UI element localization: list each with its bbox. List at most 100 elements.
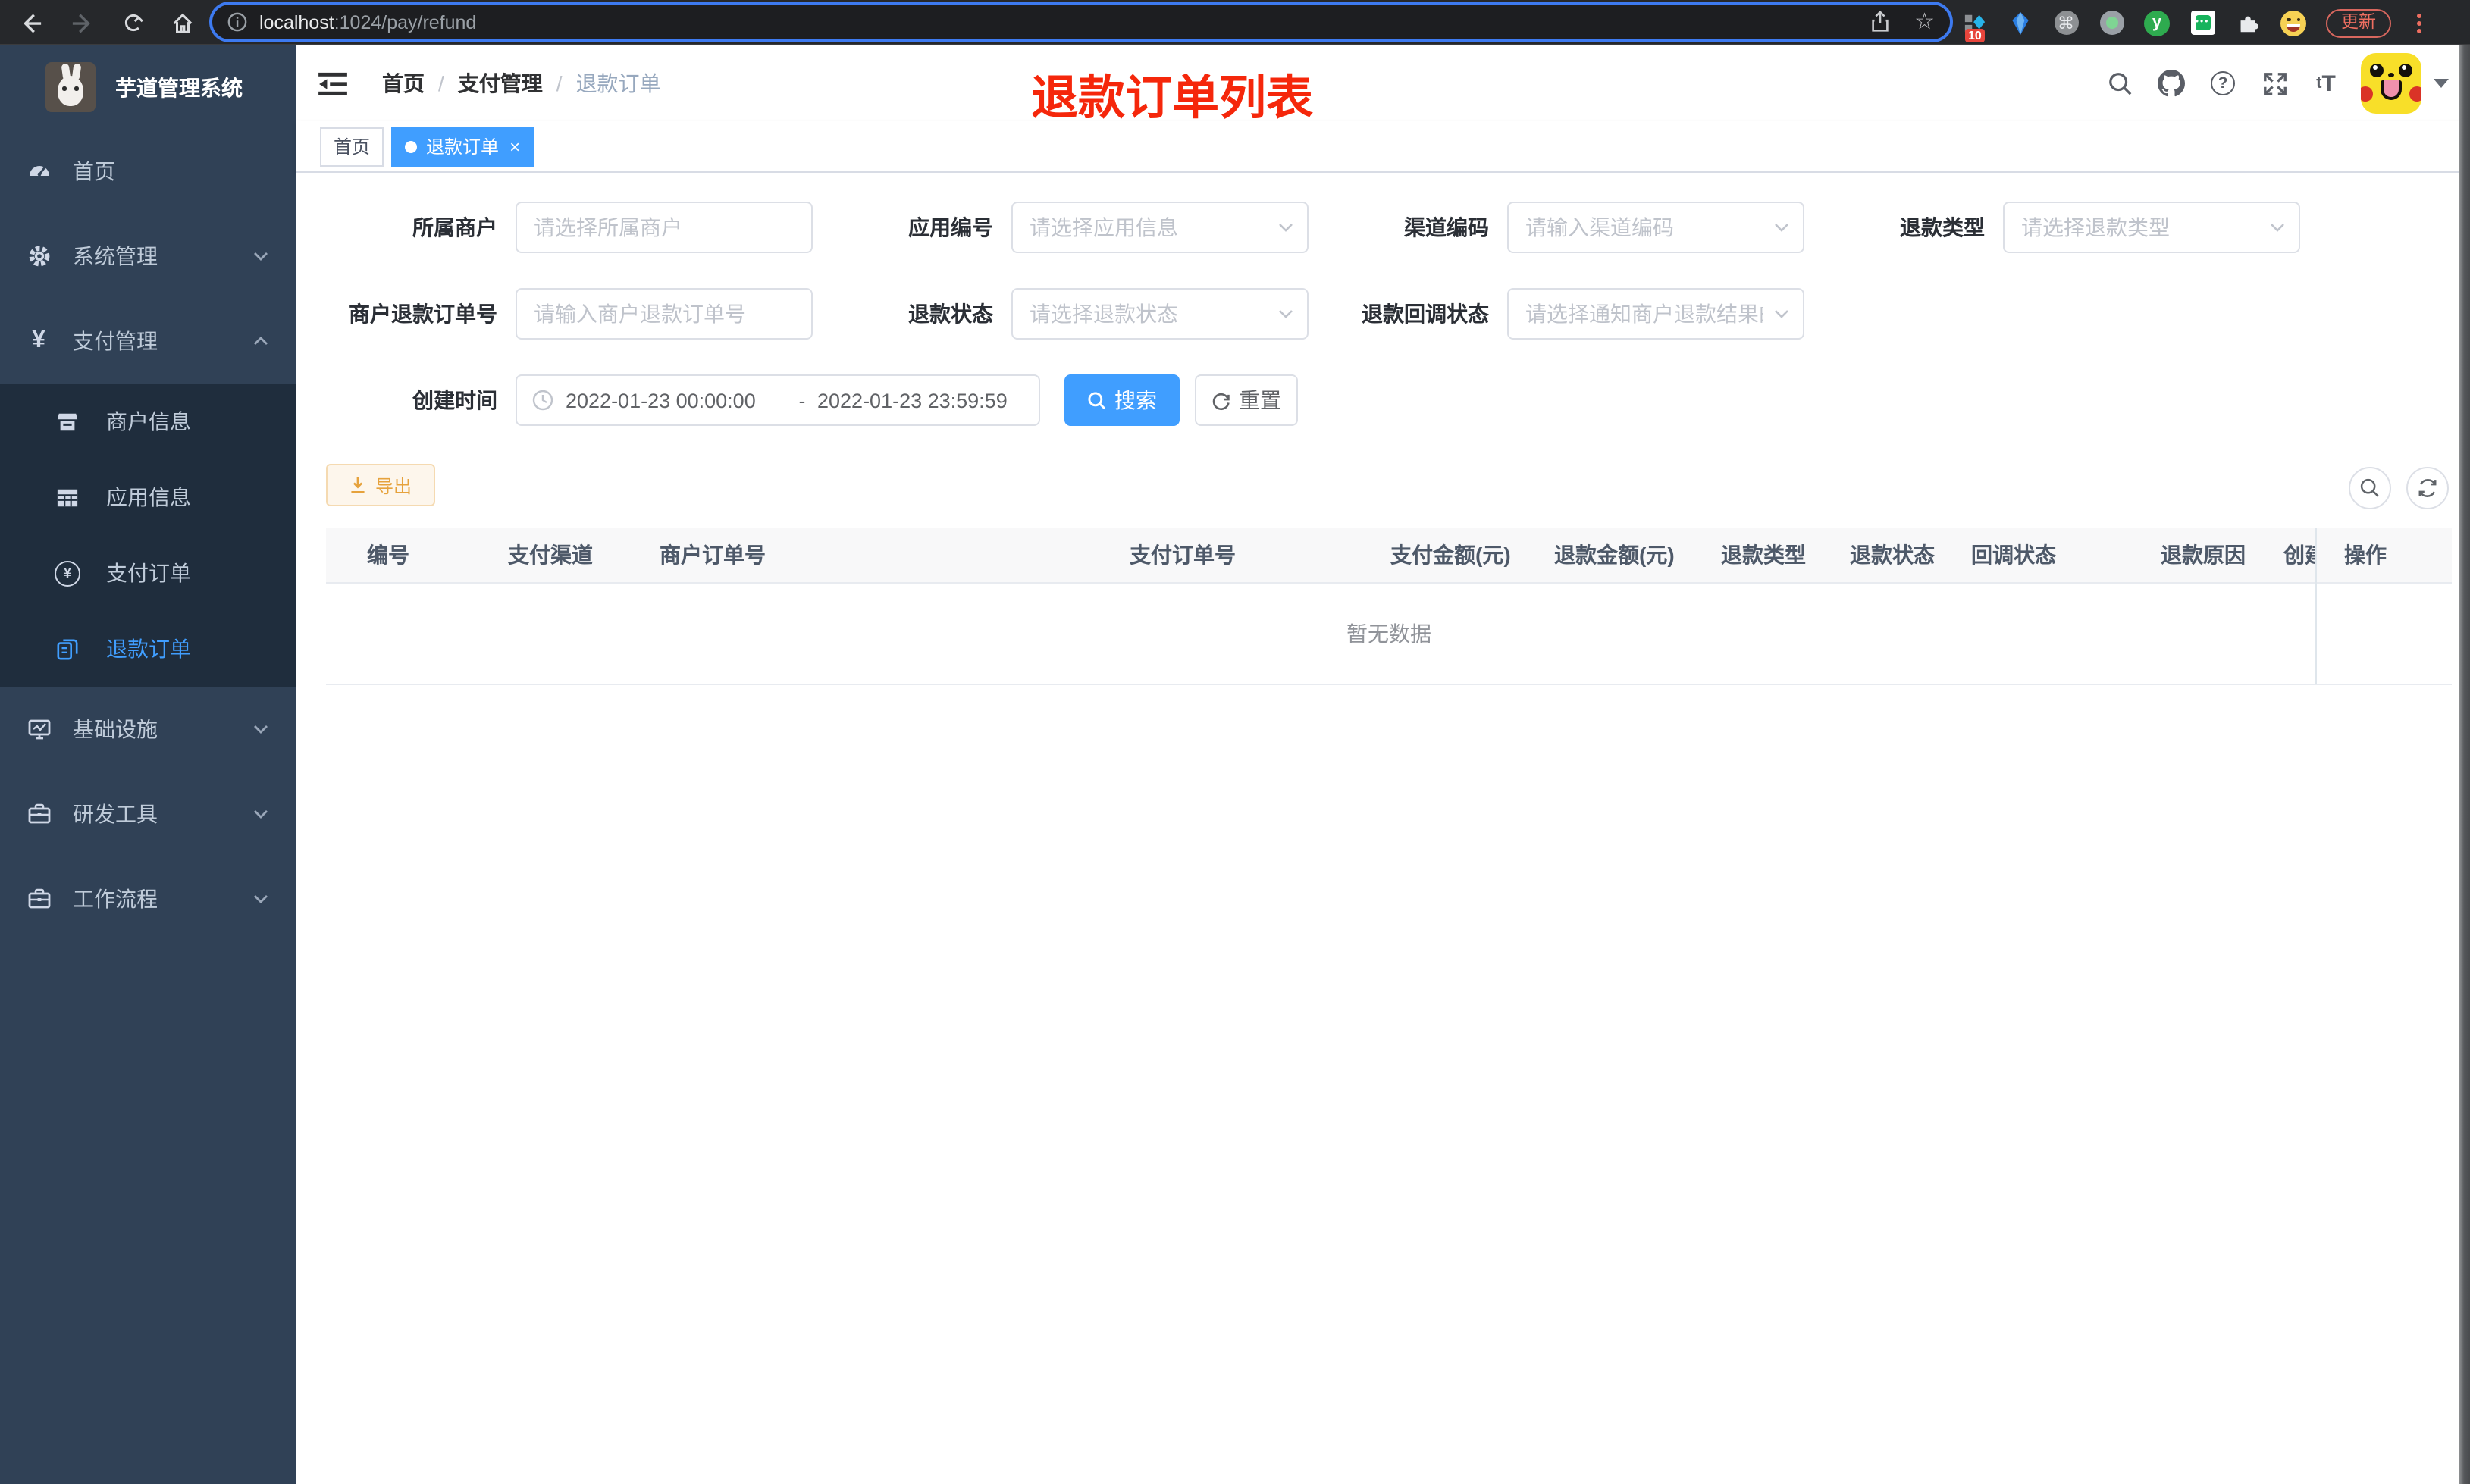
extension-gem-icon[interactable] bbox=[2008, 10, 2033, 36]
export-button[interactable]: 导出 bbox=[326, 464, 435, 506]
search-icon[interactable] bbox=[2094, 45, 2146, 121]
address-bar[interactable]: localhost:1024/pay/refund ☆ bbox=[212, 5, 1950, 39]
url-text[interactable]: localhost:1024/pay/refund bbox=[259, 11, 476, 33]
filter-row-3: 创建时间 2022-01-23 00:00:00 - 2022-01-23 23… bbox=[326, 374, 1298, 426]
extension-record-icon[interactable] bbox=[2099, 10, 2124, 36]
date-end-value[interactable]: 2022-01-23 23:59:59 bbox=[817, 389, 1039, 412]
extension-blocks-icon[interactable]: 10 bbox=[1962, 10, 1988, 42]
column-header-channel: 支付渠道 bbox=[508, 543, 593, 567]
sidebar-item-pay-order[interactable]: ¥ 支付订单 bbox=[0, 535, 296, 611]
column-header-pay-amount: 支付金额(元) bbox=[1390, 543, 1511, 567]
extension-command-icon[interactable]: ⌘ bbox=[2053, 10, 2079, 36]
tab-refund-order[interactable]: 退款订单 × bbox=[391, 127, 534, 166]
tab-home[interactable]: 首页 bbox=[320, 127, 384, 166]
channel-select[interactable] bbox=[1507, 202, 1804, 253]
search-icon bbox=[1088, 391, 1106, 409]
filter-refund-type: 退款类型 bbox=[1813, 202, 2300, 253]
extensions-row: 10 ⌘ y ••• 更新 bbox=[1962, 0, 2428, 45]
clock-icon bbox=[532, 390, 553, 411]
sidebar-item-devtools[interactable]: 研发工具 bbox=[0, 772, 296, 856]
extension-badge: 10 bbox=[1965, 28, 1985, 42]
browser-update-button[interactable]: 更新 bbox=[2326, 8, 2391, 37]
owner-select[interactable] bbox=[516, 202, 813, 253]
refund-type-select[interactable] bbox=[2003, 202, 2300, 253]
sidebar-item-refund-order[interactable]: 退款订单 bbox=[0, 611, 296, 687]
breadcrumb-home[interactable]: 首页 bbox=[382, 68, 425, 99]
callback-status-select[interactable] bbox=[1507, 288, 1804, 340]
reset-icon bbox=[1212, 392, 1230, 409]
refund-status-select[interactable] bbox=[1011, 288, 1309, 340]
show-search-toggle-button[interactable] bbox=[2349, 467, 2391, 509]
back-icon bbox=[23, 13, 41, 33]
help-icon[interactable]: ? bbox=[2197, 45, 2249, 121]
extension-emoji-icon[interactable] bbox=[2280, 10, 2306, 36]
sidebar-item-pay[interactable]: ¥ 支付管理 bbox=[0, 299, 296, 384]
sidebar-item-home[interactable]: 首页 bbox=[0, 129, 296, 214]
sidebar-item-label: 支付管理 bbox=[73, 329, 158, 353]
window-scrollbar[interactable] bbox=[2459, 45, 2470, 1484]
filter-create-time: 创建时间 2022-01-23 00:00:00 - 2022-01-23 23… bbox=[326, 374, 1040, 426]
fullscreen-icon[interactable] bbox=[2249, 45, 2300, 121]
column-header-refund-status: 退款状态 bbox=[1850, 543, 1935, 567]
tab-close-icon[interactable]: × bbox=[509, 137, 520, 155]
avatar-caret-icon[interactable] bbox=[2434, 79, 2449, 88]
search-icon bbox=[2360, 478, 2379, 497]
sidebar-item-infra[interactable]: 基础设施 bbox=[0, 687, 296, 772]
page-annotation-title: 退款订单列表 bbox=[1031, 71, 1313, 124]
app-title: 芋道管理系统 bbox=[115, 75, 243, 99]
grid-icon bbox=[55, 486, 80, 509]
browser-refresh-button[interactable] bbox=[115, 5, 152, 41]
table-header-row: 编号 支付渠道 商户订单号 支付订单号 支付金额(元) 退款金额(元) 退款类型… bbox=[326, 528, 2452, 584]
user-avatar[interactable] bbox=[2361, 53, 2421, 114]
filter-label: 退款状态 bbox=[908, 302, 993, 326]
browser-back-button[interactable] bbox=[12, 5, 49, 41]
date-start-value[interactable]: 2022-01-23 00:00:00 bbox=[566, 389, 787, 412]
browser-home-button[interactable] bbox=[164, 5, 200, 41]
sidebar-logo[interactable]: 芋道管理系统 bbox=[0, 45, 296, 129]
export-button-label: 导出 bbox=[375, 475, 412, 496]
emoji-glyph bbox=[2280, 10, 2306, 36]
filter-row-1: 所属商户 应用编号 渠道编码 退款类型 bbox=[326, 202, 2309, 253]
home-icon bbox=[172, 12, 192, 33]
puzzle-glyph bbox=[2240, 15, 2258, 32]
bookmark-star-icon[interactable]: ☆ bbox=[1914, 11, 1935, 33]
browser-forward-button[interactable] bbox=[64, 5, 100, 41]
tags-view-bar: 首页 退款订单 × bbox=[296, 121, 2470, 173]
refresh-table-button[interactable] bbox=[2406, 467, 2449, 509]
screen: localhost:1024/pay/refund ☆ 10 ⌘ y ••• 更… bbox=[0, 0, 2470, 1484]
merchant-refund-no-input[interactable] bbox=[516, 288, 813, 340]
sidebar-fold-icon[interactable] bbox=[318, 70, 347, 97]
tab-label: 首页 bbox=[334, 136, 371, 158]
share-icon[interactable] bbox=[1869, 11, 1890, 33]
sidebar-item-app-info[interactable]: 应用信息 bbox=[0, 459, 296, 535]
filter-row-2: 商户退款订单号 退款状态 退款回调状态 bbox=[326, 288, 1813, 340]
browser-menu-button[interactable] bbox=[2411, 13, 2428, 33]
reset-button[interactable]: 重置 bbox=[1195, 374, 1298, 426]
extension-chat-icon[interactable]: ••• bbox=[2189, 10, 2215, 36]
monitor-icon bbox=[26, 717, 52, 741]
extensions-puzzle-icon[interactable] bbox=[2235, 10, 2261, 36]
filter-label: 退款类型 bbox=[1900, 215, 1985, 240]
filter-channel: 渠道编码 bbox=[1318, 202, 1804, 253]
search-button[interactable]: 搜索 bbox=[1064, 374, 1180, 426]
sidebar-item-system[interactable]: 系统管理 bbox=[0, 214, 296, 299]
column-header-refund-reason: 退款原因 bbox=[2161, 543, 2246, 567]
font-size-icon[interactable]: tT bbox=[2300, 45, 2352, 121]
github-icon[interactable] bbox=[2146, 45, 2197, 121]
sidebar-item-label: 商户信息 bbox=[106, 409, 191, 434]
app-select[interactable] bbox=[1011, 202, 1309, 253]
column-header-id: 编号 bbox=[367, 543, 409, 567]
site-info-icon[interactable] bbox=[227, 12, 247, 32]
chevron-down-icon bbox=[252, 247, 270, 265]
gem-glyph bbox=[2012, 11, 2029, 34]
breadcrumb-pay[interactable]: 支付管理 bbox=[458, 68, 543, 99]
extension-y-icon[interactable]: y bbox=[2144, 10, 2170, 36]
navbar: 首页 / 支付管理 / 退款订单 退款订单列表 ? tT bbox=[296, 45, 2470, 124]
sidebar-item-merchant-info[interactable]: 商户信息 bbox=[0, 384, 296, 459]
date-range-picker[interactable]: 2022-01-23 00:00:00 - 2022-01-23 23:59:5… bbox=[516, 374, 1040, 426]
documents-icon bbox=[55, 637, 80, 660]
forward-icon bbox=[71, 13, 89, 33]
breadcrumb: 首页 / 支付管理 / 退款订单 bbox=[382, 45, 661, 121]
filter-merchant-refund-no: 商户退款订单号 bbox=[326, 288, 813, 340]
sidebar-item-workflow[interactable]: 工作流程 bbox=[0, 856, 296, 941]
